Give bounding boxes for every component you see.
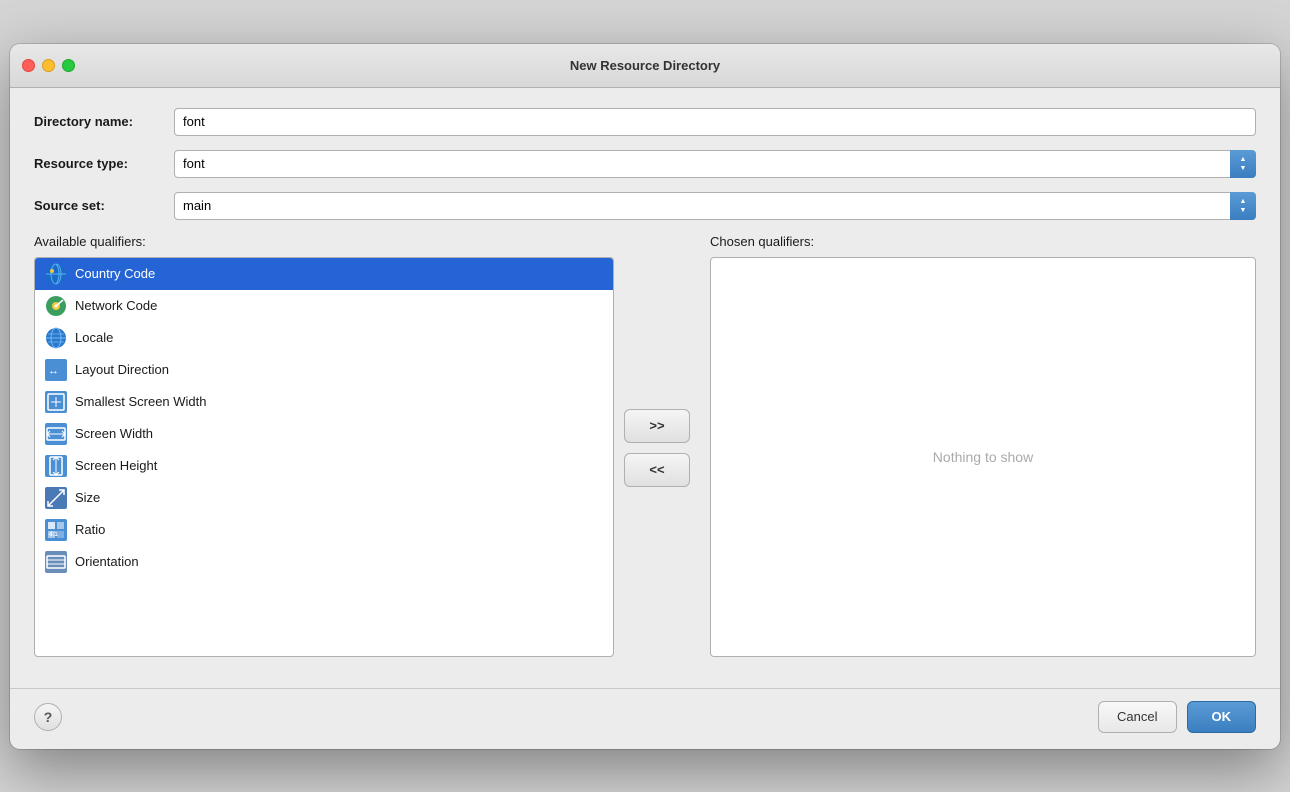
available-qualifiers-panel: Available qualifiers: Coun	[34, 234, 614, 657]
dialog-title: New Resource Directory	[570, 58, 720, 73]
qualifier-label-country-code: Country Code	[75, 266, 155, 281]
chosen-qualifiers-list[interactable]: Nothing to show	[710, 257, 1256, 657]
close-button[interactable]	[22, 59, 35, 72]
svg-text:4:1: 4:1	[49, 532, 58, 538]
source-set-row: Source set: main test androidTest	[34, 192, 1256, 220]
available-qualifiers-list[interactable]: Country Code Network Code	[34, 257, 614, 657]
qualifiers-section: Available qualifiers: Coun	[34, 234, 1256, 662]
source-set-label: Source set:	[34, 198, 174, 213]
remove-qualifier-button[interactable]: <<	[624, 453, 690, 487]
qualifier-label-smallest-screen-width: Smallest Screen Width	[75, 394, 207, 409]
locale-icon	[45, 327, 67, 349]
nothing-to-show-text: Nothing to show	[933, 449, 1033, 465]
chosen-qualifiers-label: Chosen qualifiers:	[710, 234, 1256, 249]
title-bar: New Resource Directory	[10, 44, 1280, 88]
dialog-body: Directory name: Resource type: font draw…	[10, 88, 1280, 678]
add-qualifier-button[interactable]: >>	[624, 409, 690, 443]
svg-text:↔: ↔	[48, 365, 59, 377]
resource-type-label: Resource type:	[34, 156, 174, 171]
directory-name-input[interactable]	[174, 108, 1256, 136]
qualifier-item-smallest-screen-width[interactable]: Smallest Screen Width	[35, 386, 613, 418]
orientation-icon	[45, 551, 67, 573]
qualifier-label-screen-width: Screen Width	[75, 426, 153, 441]
directory-name-label: Directory name:	[34, 114, 174, 129]
qualifier-transfer-buttons: >> <<	[614, 234, 700, 662]
qualifier-item-screen-width[interactable]: Screen Width	[35, 418, 613, 450]
screen-width-icon	[45, 423, 67, 445]
footer-action-buttons: Cancel OK	[1098, 701, 1256, 733]
ok-button[interactable]: OK	[1187, 701, 1257, 733]
ratio-icon: 4:1	[45, 519, 67, 541]
dialog-footer: ? Cancel OK	[10, 688, 1280, 749]
qualifier-item-size[interactable]: Size	[35, 482, 613, 514]
network-code-icon	[45, 295, 67, 317]
window-controls	[22, 59, 75, 72]
resource-type-select-wrapper: font drawable layout values mipmap	[174, 150, 1256, 178]
directory-name-row: Directory name:	[34, 108, 1256, 136]
available-qualifiers-label: Available qualifiers:	[34, 234, 614, 249]
qualifier-item-locale[interactable]: Locale	[35, 322, 613, 354]
qualifier-item-orientation[interactable]: Orientation	[35, 546, 613, 578]
qualifier-item-ratio[interactable]: 4:1 Ratio	[35, 514, 613, 546]
dialog-window: New Resource Directory Directory name: R…	[10, 44, 1280, 749]
qualifier-item-screen-height[interactable]: Screen Height	[35, 450, 613, 482]
qualifier-label-layout-direction: Layout Direction	[75, 362, 169, 377]
qualifier-item-layout-direction[interactable]: ↔ Layout Direction	[35, 354, 613, 386]
cancel-button[interactable]: Cancel	[1098, 701, 1176, 733]
qualifier-label-orientation: Orientation	[75, 554, 139, 569]
qualifier-label-screen-height: Screen Height	[75, 458, 157, 473]
smallest-screen-width-icon	[45, 391, 67, 413]
resource-type-row: Resource type: font drawable layout valu…	[34, 150, 1256, 178]
screen-height-icon	[45, 455, 67, 477]
qualifier-label-ratio: Ratio	[75, 522, 105, 537]
qualifier-label-locale: Locale	[75, 330, 113, 345]
source-set-select-wrapper: main test androidTest	[174, 192, 1256, 220]
help-button[interactable]: ?	[34, 703, 62, 731]
layout-direction-icon: ↔	[45, 359, 67, 381]
country-code-icon	[45, 263, 67, 285]
qualifier-item-country-code[interactable]: Country Code	[35, 258, 613, 290]
maximize-button[interactable]	[62, 59, 75, 72]
minimize-button[interactable]	[42, 59, 55, 72]
qualifier-label-network-code: Network Code	[75, 298, 157, 313]
chosen-qualifiers-panel: Chosen qualifiers: Nothing to show	[710, 234, 1256, 657]
size-icon	[45, 487, 67, 509]
resource-type-select[interactable]: font drawable layout values mipmap	[174, 150, 1256, 178]
qualifier-item-network-code[interactable]: Network Code	[35, 290, 613, 322]
qualifier-label-size: Size	[75, 490, 100, 505]
source-set-select[interactable]: main test androidTest	[174, 192, 1256, 220]
